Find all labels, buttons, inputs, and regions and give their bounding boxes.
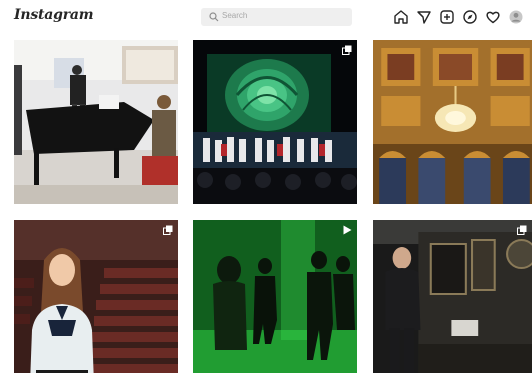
post-thumbnail-stage-rose[interactable] [193, 40, 357, 204]
video-icon [342, 225, 352, 235]
multiple-photos-icon [342, 45, 352, 55]
search-box[interactable]: Search [201, 8, 352, 26]
home-icon[interactable] [393, 9, 409, 25]
post-image [14, 220, 178, 373]
profile-avatar[interactable] [508, 9, 524, 25]
multiple-photos-icon [517, 225, 527, 235]
post-image [373, 220, 532, 373]
instagram-logo[interactable]: Instagram [14, 7, 94, 23]
direct-message-icon[interactable] [416, 9, 432, 25]
post-image [14, 40, 178, 204]
multiple-photos-icon [163, 225, 173, 235]
activity-heart-icon[interactable] [485, 9, 501, 25]
post-thumbnail-railway-carriage[interactable] [373, 220, 532, 373]
top-navigation-bar: Instagram Search [0, 0, 532, 34]
post-thumbnail-ornate-ceiling[interactable] [373, 40, 532, 204]
post-thumbnail-auditorium-portrait[interactable] [14, 220, 178, 373]
post-image [193, 40, 357, 204]
search-placeholder: Search [222, 11, 248, 20]
new-post-icon[interactable] [439, 9, 455, 25]
explore-icon[interactable] [462, 9, 478, 25]
post-image [193, 220, 357, 373]
search-icon [209, 12, 219, 22]
post-thumbnail-green-light[interactable] [193, 220, 357, 373]
post-image [373, 40, 532, 204]
post-thumbnail-piano-room[interactable] [14, 40, 178, 204]
